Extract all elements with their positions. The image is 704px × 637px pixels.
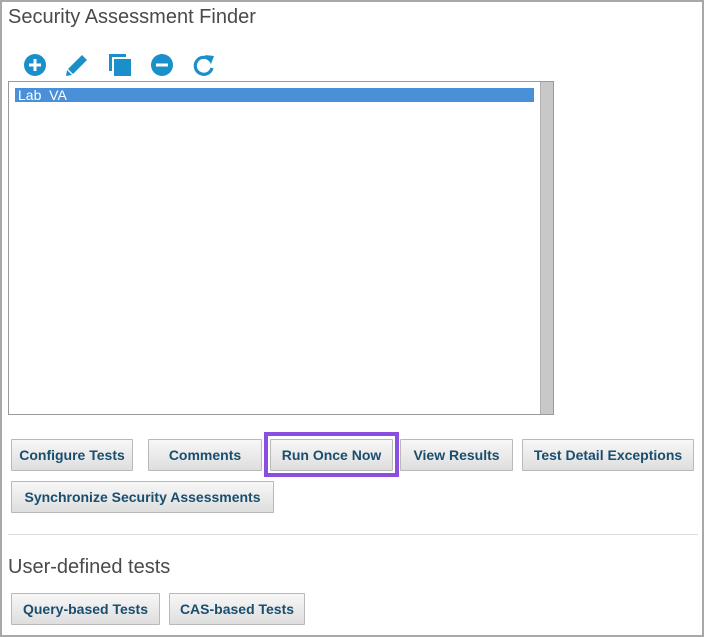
refresh-icon bbox=[193, 55, 214, 76]
view-results-button[interactable]: View Results bbox=[400, 439, 513, 471]
synchronize-security-assessments-button[interactable]: Synchronize Security Assessments bbox=[11, 481, 274, 513]
edit-icon bbox=[66, 55, 87, 76]
cas-based-tests-button[interactable]: CAS-based Tests bbox=[169, 593, 305, 625]
assessment-list[interactable]: Lab_VA bbox=[8, 81, 554, 415]
comments-button[interactable]: Comments bbox=[148, 439, 262, 471]
user-defined-tests-heading: User-defined tests bbox=[8, 556, 171, 578]
page-title: Security Assessment Finder bbox=[8, 6, 256, 28]
remove-icon bbox=[151, 54, 173, 76]
copy-icon bbox=[109, 54, 131, 76]
query-based-tests-button[interactable]: Query-based Tests bbox=[11, 593, 160, 625]
test-detail-exceptions-button[interactable]: Test Detail Exceptions bbox=[522, 439, 694, 471]
add-icon bbox=[24, 54, 46, 76]
list-item[interactable]: Lab_VA bbox=[15, 88, 534, 102]
section-divider bbox=[8, 534, 698, 535]
copy-button[interactable] bbox=[105, 50, 135, 80]
configure-tests-button[interactable]: Configure Tests bbox=[11, 439, 133, 471]
focus-highlight bbox=[264, 432, 399, 477]
refresh-button[interactable] bbox=[189, 50, 219, 80]
vertical-scrollbar[interactable] bbox=[540, 82, 553, 414]
add-button[interactable] bbox=[20, 50, 50, 80]
remove-button[interactable] bbox=[147, 50, 177, 80]
edit-button[interactable] bbox=[62, 50, 92, 80]
security-assessment-panel: Security Assessment Finder Lab_VA Config… bbox=[0, 0, 704, 637]
